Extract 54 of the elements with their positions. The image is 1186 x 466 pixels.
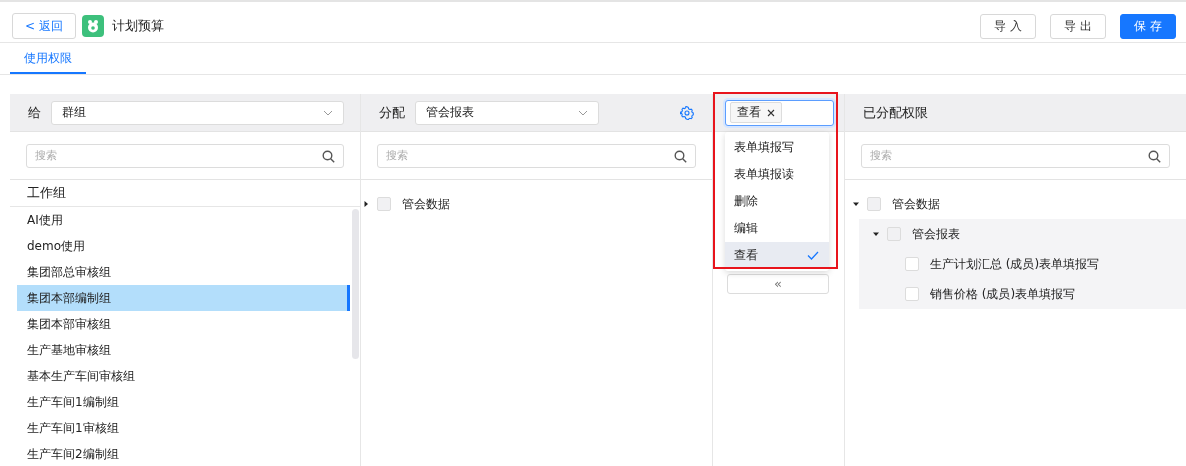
search-field[interactable]: 搜索 bbox=[377, 143, 696, 168]
group-list-item[interactable]: 基本生产车间审核组 bbox=[17, 363, 350, 389]
group-list-item[interactable]: 集团本部编制组 bbox=[17, 285, 350, 311]
caret-icon[interactable] bbox=[853, 201, 859, 207]
dropdown-option[interactable]: 表单填报读 bbox=[725, 161, 829, 188]
dropdown-option[interactable]: 查看 bbox=[725, 242, 829, 269]
group-list-item[interactable]: 生产车间2编制组 bbox=[17, 441, 350, 466]
search-field[interactable]: 搜索 bbox=[26, 143, 344, 168]
tree-item-label[interactable]: 管会数据 bbox=[892, 195, 940, 213]
chevron-down-icon bbox=[323, 109, 333, 116]
checkbox[interactable] bbox=[377, 197, 391, 211]
checkbox[interactable] bbox=[905, 287, 919, 301]
group-list-item[interactable]: 集团部总审核组 bbox=[17, 259, 350, 285]
settings-icon[interactable] bbox=[680, 105, 694, 120]
page-title: 计划预算 bbox=[111, 17, 164, 35]
back-button[interactable]: < 返回 bbox=[12, 13, 76, 39]
dropdown-option[interactable]: 删除 bbox=[725, 188, 829, 215]
permission-select[interactable]: 查看 bbox=[725, 99, 834, 126]
dropdown-option[interactable]: 编辑 bbox=[725, 215, 829, 242]
group-list-item[interactable]: AI使用 bbox=[17, 207, 350, 233]
tree-item-label[interactable]: 管会报表 bbox=[912, 225, 960, 243]
group-list-item[interactable]: 生产车间1编制组 bbox=[17, 389, 350, 415]
save-button[interactable]: 保 存 bbox=[1120, 13, 1176, 39]
report-select[interactable]: 管会报表 bbox=[415, 100, 599, 125]
caret-icon[interactable] bbox=[363, 201, 369, 207]
dropdown-option[interactable]: 表单填报写 bbox=[725, 134, 829, 161]
group-list-item[interactable]: 生产基地审核组 bbox=[17, 337, 350, 363]
search-icon bbox=[674, 149, 687, 163]
app-logo-icon bbox=[81, 15, 104, 37]
tab[interactable]: 使用权限 bbox=[10, 43, 86, 74]
group-heading: 工作组 bbox=[10, 180, 360, 207]
toolbar-button[interactable]: 导 入 bbox=[980, 13, 1036, 39]
assign-label: 分配 bbox=[379, 103, 405, 122]
group-type-select[interactable]: 群组 bbox=[51, 100, 344, 125]
checkbox[interactable] bbox=[905, 257, 919, 271]
chevron-down-icon bbox=[578, 109, 588, 116]
search-field[interactable]: 搜索 bbox=[861, 143, 1170, 168]
search-icon bbox=[322, 149, 335, 163]
move-left-button[interactable]: « bbox=[727, 274, 829, 294]
toolbar-button[interactable]: 导 出 bbox=[1050, 13, 1106, 39]
checkbox[interactable] bbox=[867, 197, 881, 211]
group-list-item[interactable]: demo使用 bbox=[17, 233, 350, 259]
grant-label: 给 bbox=[28, 103, 41, 122]
checkbox[interactable] bbox=[887, 227, 901, 241]
close-icon[interactable] bbox=[767, 108, 775, 117]
tree-item-label[interactable]: 管会数据 bbox=[402, 195, 450, 213]
check-icon bbox=[807, 251, 819, 260]
assigned-title: 已分配权限 bbox=[863, 103, 928, 122]
search-icon bbox=[1148, 149, 1161, 163]
caret-icon[interactable] bbox=[873, 231, 879, 237]
group-list-item[interactable]: 生产车间1审核组 bbox=[17, 415, 350, 441]
selected-tag[interactable]: 查看 bbox=[730, 102, 782, 123]
group-list-item[interactable]: 集团本部审核组 bbox=[17, 311, 350, 337]
scrollbar[interactable] bbox=[352, 209, 359, 359]
